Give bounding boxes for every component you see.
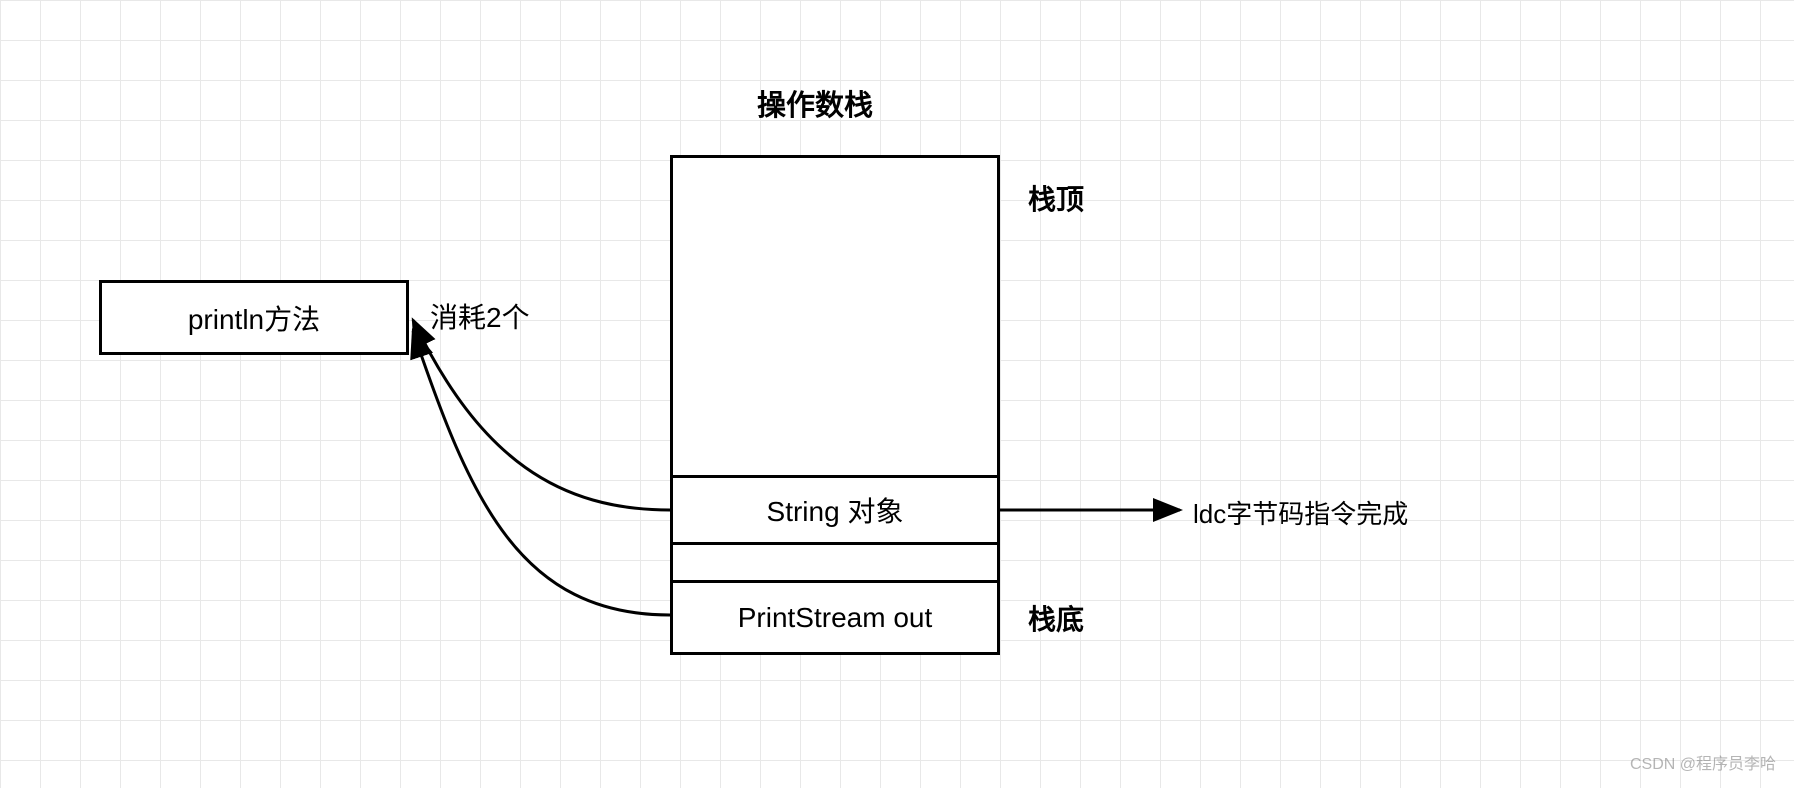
stack-cell-string: String 对象	[670, 475, 1000, 545]
consume-label: 消耗2个	[430, 296, 530, 336]
watermark: CSDN @程序员李哈	[1630, 750, 1776, 774]
println-method-label: println方法	[188, 298, 320, 338]
diagram-stage: 操作数栈 String 对象 PrintStream out println方法…	[0, 0, 1794, 788]
stack-title: 操作数栈	[757, 82, 873, 124]
string-object-label: String 对象	[767, 490, 904, 530]
stack-bottom-label: 栈底	[1028, 598, 1084, 638]
method-box: println方法	[99, 280, 409, 355]
printstream-out-label: PrintStream out	[738, 602, 933, 634]
stack-top-label: 栈顶	[1028, 178, 1084, 218]
stack-cell-printstream: PrintStream out	[670, 580, 1000, 655]
ldc-instruction-label: ldc字节码指令完成	[1193, 494, 1408, 531]
